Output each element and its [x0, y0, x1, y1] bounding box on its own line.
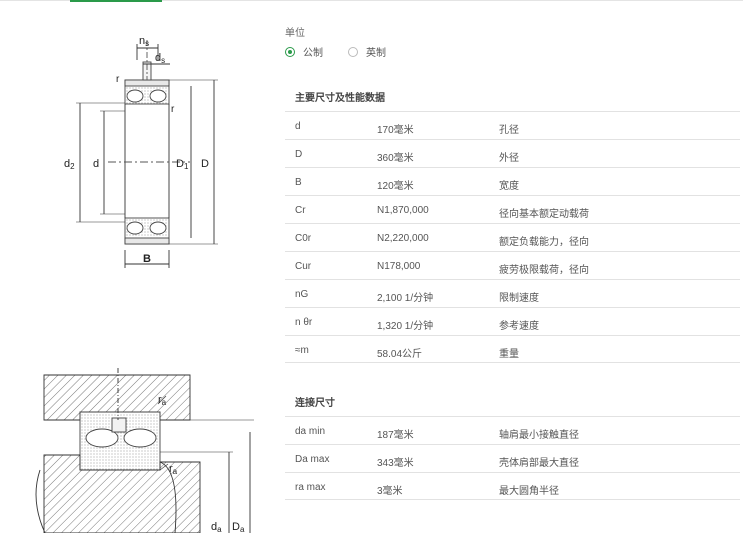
row-description: 参考速度 [499, 321, 539, 332]
row-value: 2,100 1/分钟 [377, 293, 434, 304]
row-symbol: nG [295, 289, 309, 300]
row-description: 最大圆角半径 [499, 486, 559, 497]
table-row: ra max 3毫米 最大圆角半径 [285, 472, 740, 500]
mounting-dims-title: 连接尺寸 [295, 398, 335, 409]
row-value: 120毫米 [377, 181, 414, 192]
row-description: 额定负载能力，径向 [499, 237, 589, 248]
radio-unselected-icon[interactable] [348, 46, 358, 57]
row-symbol: da min [295, 426, 326, 437]
table-row: C0r N2,220,000 额定负载能力，径向 [285, 223, 740, 251]
row-value: 360毫米 [377, 153, 414, 164]
label-ds: ds [155, 52, 165, 65]
row-symbol: d [295, 121, 301, 132]
label-r-top: r [116, 74, 120, 85]
row-description: 外径 [499, 153, 519, 164]
row-description: 径向基本额定动载荷 [499, 209, 589, 220]
row-symbol: Cr [295, 205, 306, 216]
table-row: B 120毫米 宽度 [285, 167, 740, 195]
row-value: 187毫米 [377, 430, 414, 441]
row-value: 1,320 1/分钟 [377, 321, 434, 332]
row-description: 轴肩最小接触直径 [499, 430, 579, 441]
row-symbol: B [295, 177, 302, 188]
table-row: da min 187毫米 轴肩最小接触直径 [285, 416, 740, 444]
table-row: nG 2,100 1/分钟 限制速度 [285, 279, 740, 307]
table-row: Cur N178,000 疲劳极限载荷，径向 [285, 251, 740, 279]
table-row: ≈m 58.04公斤 重量 [285, 335, 740, 363]
main-dims-table: d 170毫米 孔径 D 360毫米 外径 B 120毫米 宽度 Cr N1,870,000 径向基本… [285, 111, 740, 363]
bearing-drawing: ns ds r r d2 d D1 D B ra ra da Da [35, 35, 254, 533]
table-row: Da max 343毫米 壳体肩部最大直径 [285, 444, 740, 472]
label-B: B [143, 253, 151, 265]
row-symbol: ra max [295, 482, 326, 493]
label-Da: Da [232, 521, 245, 533]
row-value: 58.04公斤 [377, 349, 423, 360]
label-r-right: r [171, 104, 175, 115]
row-symbol: n θr [295, 317, 313, 328]
row-value: 170毫米 [377, 125, 414, 136]
label-D1: D1 [176, 158, 189, 171]
unit-label: 单位 [285, 28, 305, 39]
unit-option-metric[interactable]: 公制 [285, 44, 323, 59]
row-description: 限制速度 [499, 293, 539, 304]
row-symbol: Cur [295, 261, 312, 272]
row-description: 孔径 [499, 125, 519, 136]
row-symbol: ≈m [295, 345, 309, 356]
row-description: 壳体肩部最大直径 [499, 458, 579, 469]
label-d2: d2 [64, 158, 75, 171]
table-row: D 360毫米 外径 [285, 139, 740, 167]
unit-option-imperial[interactable]: 英制 [348, 44, 386, 59]
row-symbol: Da max [295, 454, 330, 465]
bearing-section-view [76, 40, 218, 268]
label-da: da [211, 521, 222, 533]
table-row: Cr N1,870,000 径向基本额定动载荷 [285, 195, 740, 223]
mounting-view [35, 368, 254, 533]
label-D: D [201, 158, 209, 170]
unit-option-label: 英制 [366, 48, 386, 59]
row-description: 宽度 [499, 181, 519, 192]
row-value: N2,220,000 [377, 233, 429, 244]
unit-option-label: 公制 [303, 48, 323, 59]
row-value: 3毫米 [377, 486, 403, 497]
row-description: 疲劳极限载荷，径向 [499, 265, 589, 276]
table-row: n θr 1,320 1/分钟 参考速度 [285, 307, 740, 335]
row-description: 重量 [499, 349, 519, 360]
row-value: 343毫米 [377, 458, 414, 469]
label-ns: ns [139, 35, 149, 48]
row-symbol: D [295, 149, 303, 160]
row-symbol: C0r [295, 233, 312, 244]
radio-selected-icon[interactable] [285, 46, 295, 57]
label-d: d [93, 158, 99, 170]
row-value: N178,000 [377, 261, 421, 272]
mounting-dims-table: da min 187毫米 轴肩最小接触直径 Da max 343毫米 壳体肩部最大直径 ra… [285, 416, 740, 500]
row-value: N1,870,000 [377, 205, 429, 216]
table-row: d 170毫米 孔径 [285, 111, 740, 139]
main-dims-title: 主要尺寸及性能数据 [295, 93, 385, 104]
